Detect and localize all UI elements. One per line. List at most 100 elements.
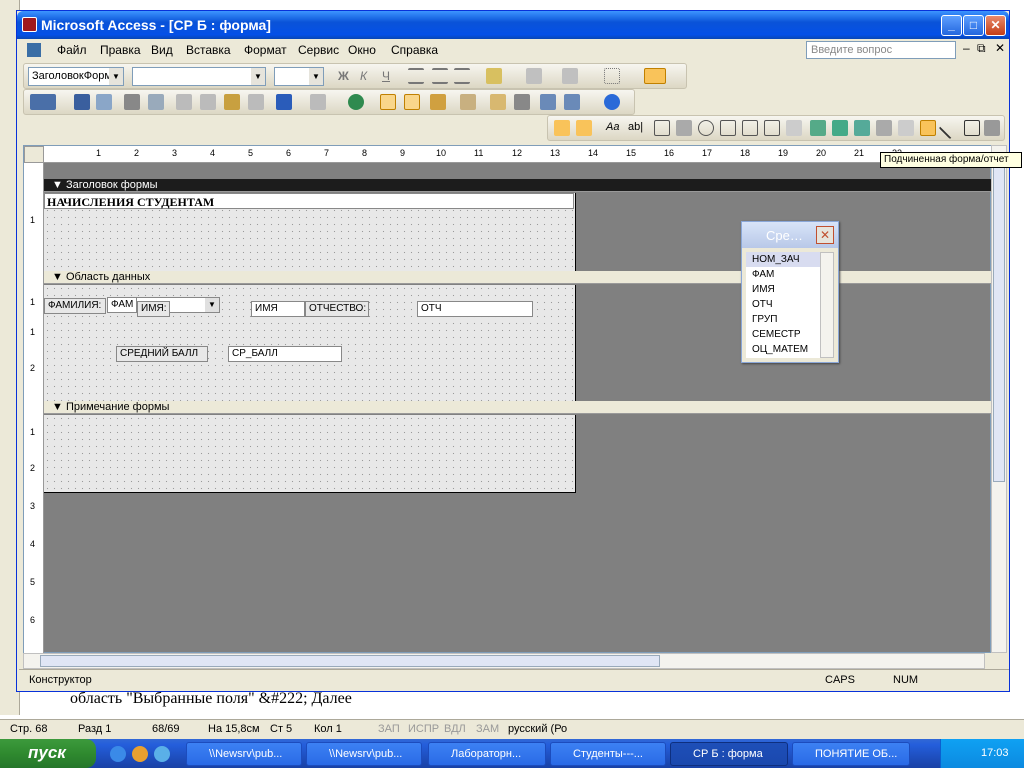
child-min-icon[interactable]: – (963, 41, 970, 55)
toolbox-icon[interactable] (404, 94, 420, 110)
section-bar-header[interactable]: ▼ Заголовок формы (44, 179, 992, 192)
footer-section[interactable] (44, 415, 576, 493)
align-right-icon[interactable] (454, 68, 470, 84)
fill-color-icon[interactable] (486, 68, 502, 84)
line-color-icon[interactable] (562, 68, 578, 84)
field-list-close-icon[interactable]: ✕ (816, 226, 834, 244)
search-icon[interactable] (96, 94, 112, 110)
subform-icon[interactable] (920, 120, 936, 136)
media-player-icon[interactable] (132, 746, 148, 762)
menu-help[interactable]: Справка (391, 43, 438, 57)
task-button-active[interactable]: СР Б : форма (670, 742, 788, 766)
menu-file[interactable]: Файл (57, 43, 87, 57)
font-size-combo[interactable]: ▼ (274, 67, 324, 86)
task-button[interactable]: \\Newsrv\pub... (306, 742, 422, 766)
view-icon[interactable] (30, 94, 56, 110)
patronymic-label[interactable]: ОТЧЕСТВО: (305, 301, 369, 317)
horizontal-scroll-thumb[interactable] (40, 655, 660, 667)
close-button[interactable]: ✕ (985, 15, 1006, 36)
new-object-icon[interactable] (564, 94, 580, 110)
properties-icon[interactable] (490, 94, 506, 110)
command-button-icon[interactable] (786, 120, 802, 136)
builder-icon[interactable] (514, 94, 530, 110)
help-icon[interactable] (604, 94, 620, 110)
field-item[interactable]: ФАМ (746, 267, 820, 282)
align-left-icon[interactable] (408, 68, 424, 84)
border-width-icon[interactable] (604, 68, 620, 84)
cut-icon[interactable] (176, 94, 192, 110)
underline-button[interactable]: Ч (382, 69, 390, 83)
section-bar-footer[interactable]: ▼ Примечание формы (44, 401, 992, 414)
ie-icon[interactable] (110, 746, 126, 762)
start-button[interactable]: пуск (0, 739, 96, 768)
align-center-icon[interactable] (432, 68, 448, 84)
more-controls-icon[interactable] (984, 120, 1000, 136)
child-restore-icon[interactable]: ⧉ (977, 41, 986, 56)
menu-window[interactable]: Окно (348, 43, 376, 57)
database-window-icon[interactable] (540, 94, 556, 110)
avg-score-label[interactable]: СРЕДНИЙ БАЛЛ (116, 346, 208, 362)
format-painter-icon[interactable] (248, 94, 264, 110)
checkbox-tool-icon[interactable] (720, 120, 736, 136)
detail-section[interactable]: ФАМИЛИЯ: ФАМ ▼ ИМЯ: ИМЯ ОТЧЕСТВО: ОТЧ СР… (44, 285, 576, 401)
select-objects-icon[interactable] (554, 120, 570, 136)
menu-insert[interactable]: Вставка (186, 43, 231, 57)
control-wizards-icon[interactable] (576, 120, 592, 136)
rectangle-tool-icon[interactable] (964, 120, 980, 136)
object-combo[interactable]: ЗаголовокФорм ▼ (28, 67, 124, 86)
textbox-tool-icon[interactable]: ab| (628, 121, 643, 133)
minimize-button[interactable]: _ (941, 15, 962, 36)
bold-button[interactable]: Ж (338, 69, 349, 83)
print-icon[interactable] (124, 94, 140, 110)
bound-frame-icon[interactable] (854, 120, 870, 136)
menu-edit[interactable]: Правка (100, 43, 141, 57)
list-box-icon[interactable] (764, 120, 780, 136)
field-item[interactable]: ОЦ_МАТЕМ (746, 342, 820, 357)
section-bar-detail[interactable]: ▼ Область данных (44, 271, 992, 284)
child-close-icon[interactable]: ✕ (995, 41, 1005, 55)
field-item[interactable]: ГРУП (746, 312, 820, 327)
line-tool-icon[interactable] (938, 116, 962, 140)
task-button[interactable]: Лабораторн... (428, 742, 546, 766)
label-tool-icon[interactable]: Aa (606, 121, 619, 133)
font-combo[interactable]: ▼ (132, 67, 266, 86)
toggle-button-icon[interactable] (676, 120, 692, 136)
field-item[interactable]: ОТЧ (746, 297, 820, 312)
field-item[interactable]: НОМ_ЗАЧ (746, 252, 820, 267)
tab-control-icon[interactable] (898, 120, 914, 136)
copy-icon[interactable] (200, 94, 216, 110)
undo-icon[interactable] (276, 94, 292, 110)
combo-box-icon[interactable] (742, 120, 758, 136)
menu-tools[interactable]: Сервис (298, 43, 339, 57)
font-color-icon[interactable] (526, 68, 542, 84)
ask-question-input[interactable]: Введите вопрос (806, 41, 956, 59)
save-icon[interactable] (74, 94, 90, 110)
avg-score-textbox[interactable]: СР_БАЛЛ (228, 346, 342, 362)
menu-view[interactable]: Вид (151, 43, 173, 57)
maximize-button[interactable]: □ (963, 15, 984, 36)
outlook-icon[interactable] (154, 746, 170, 762)
field-list-window[interactable]: Сре… ✕ НОМ_ЗАЧ ФАМ ИМЯ ОТЧ ГРУП СЕМЕСТР … (741, 221, 839, 363)
italic-button[interactable]: К (360, 69, 367, 83)
horizontal-scrollbar[interactable] (23, 653, 985, 669)
unbound-frame-icon[interactable] (832, 120, 848, 136)
field-item[interactable]: ИМЯ (746, 282, 820, 297)
task-button[interactable]: \\Newsrv\pub... (186, 742, 302, 766)
vertical-scrollbar[interactable] (991, 145, 1007, 653)
name-label[interactable]: ИМЯ: (137, 301, 170, 317)
task-button[interactable]: ПОНЯТИЕ ОБ... (792, 742, 910, 766)
fam-label[interactable]: ФАМИЛИЯ: (44, 298, 106, 314)
patronymic-textbox[interactable]: ОТЧ (417, 301, 533, 317)
redo-icon[interactable] (310, 94, 326, 110)
form-icon[interactable] (27, 43, 41, 57)
vertical-scroll-thumb[interactable] (993, 162, 1005, 482)
page-break-icon[interactable] (876, 120, 892, 136)
hyperlink-icon[interactable] (348, 94, 364, 110)
field-item[interactable]: СЕМЕСТР (746, 327, 820, 342)
field-list-icon[interactable] (380, 94, 396, 110)
name-textbox[interactable]: ИМЯ (251, 301, 305, 317)
option-group-icon[interactable] (654, 120, 670, 136)
menu-format[interactable]: Формат (244, 43, 287, 57)
form-title-label[interactable]: НАЧИСЛЕНИЯ СТУДЕНТАМ (44, 193, 574, 209)
paste-icon[interactable] (224, 94, 240, 110)
